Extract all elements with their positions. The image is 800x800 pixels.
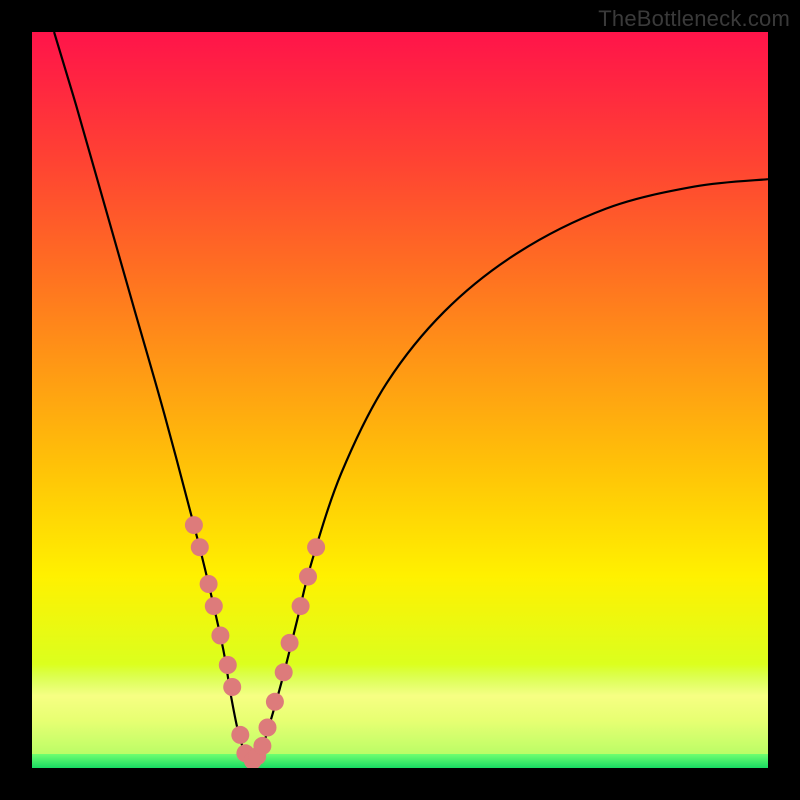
curve-marker [299, 568, 317, 586]
watermark-label: TheBottleneck.com [598, 6, 790, 32]
curve-marker [266, 693, 284, 711]
curve-marker [275, 663, 293, 681]
curve-marker [281, 634, 299, 652]
curve-marker [253, 737, 271, 755]
curve-marker [292, 597, 310, 615]
plot-area [32, 32, 768, 768]
bottleneck-curve-svg [32, 32, 768, 768]
bottleneck-curve [54, 32, 768, 761]
curve-marker [231, 726, 249, 744]
curve-marker [200, 575, 218, 593]
curve-marker [205, 597, 223, 615]
curve-marker [211, 627, 229, 645]
curve-marker [185, 516, 203, 534]
curve-marker [219, 656, 237, 674]
curve-marker [223, 678, 241, 696]
curve-marker [307, 538, 325, 556]
chart-frame: TheBottleneck.com [0, 0, 800, 800]
curve-marker [259, 719, 277, 737]
curve-marker [191, 538, 209, 556]
curve-markers [185, 516, 325, 768]
